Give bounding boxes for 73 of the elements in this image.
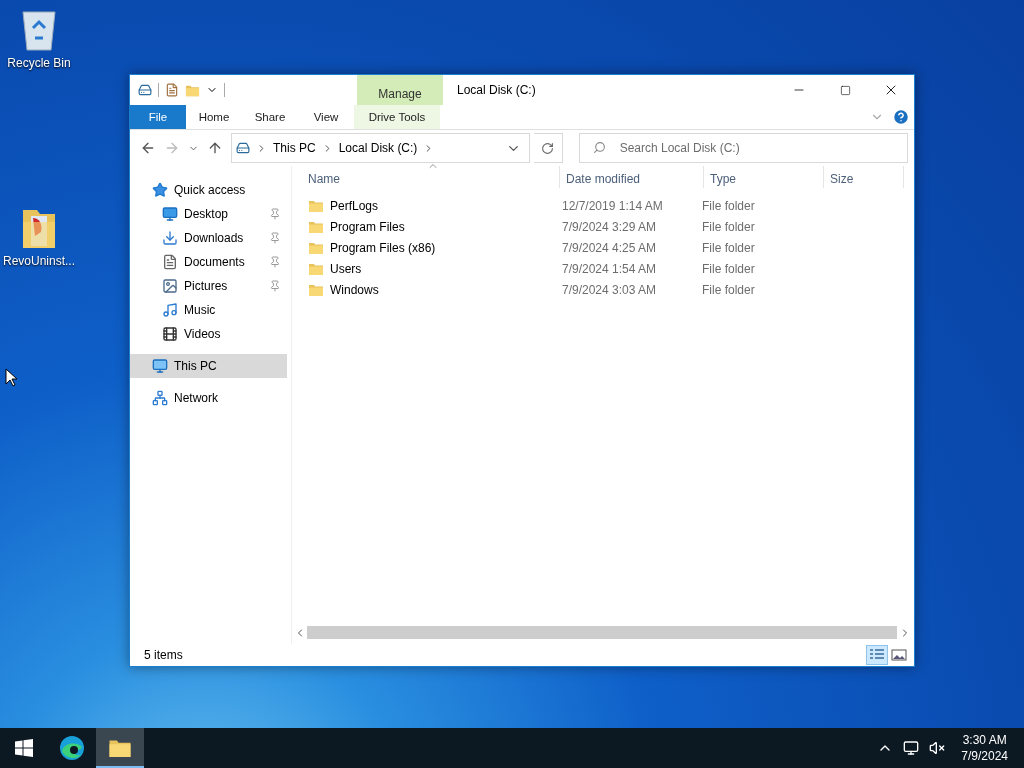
breadcrumb[interactable]: Local Disk (C:) [338,141,418,155]
drive-icon [236,141,250,155]
nav-item[interactable]: Documents [130,250,287,274]
taskbar-app-button[interactable] [96,728,144,768]
date-cell-text: 12/7/2019 1:14 AM [562,198,664,213]
type-cell-text: File folder [702,198,756,213]
breadcrumb[interactable]: This PC [273,141,316,155]
ribbon-tab[interactable]: File [130,105,186,129]
scrollbar-thumb[interactable] [307,626,897,639]
picture-icon [162,278,178,294]
address-bar[interactable]: This PC Local Disk (C:) [231,133,530,163]
file-name[interactable]: Program Files (x86) [308,239,562,256]
desktop-icon[interactable]: RevoUninst... [0,208,78,268]
ribbon-tab[interactable]: Home [186,105,242,129]
star-icon [152,182,168,198]
type-cell-text: File folder [702,240,756,255]
file-name[interactable]: PerfLogs [308,197,562,214]
type-cell-text: File folder [702,282,756,297]
maximize-icon [839,84,851,96]
clock[interactable]: 3:30 AM 7/9/2024 [961,733,1008,763]
recycle-bin-icon [19,8,59,52]
date-cell-text: 7/9/2024 1:54 AM [562,261,658,276]
computer-icon [152,358,168,374]
date-cell-text: 7/9/2024 4:25 AM [562,240,658,255]
file-name[interactable]: Users [308,260,562,277]
browser-icon [59,735,85,761]
type-cell-text: File folder [702,261,756,276]
nav-item[interactable]: Pictures [130,274,287,298]
column-header[interactable]: Size [824,166,904,188]
manage-tab-group: Manage [357,75,443,105]
date-cell-text: 7/9/2024 3:29 AM [562,219,658,234]
document-icon [162,254,178,270]
network-status-icon[interactable] [903,740,920,756]
network-icon [152,390,168,406]
refresh-button[interactable] [533,133,563,163]
ribbon-tab[interactable]: View [298,105,354,129]
search-icon [592,141,606,154]
forward-arrow-icon [164,140,180,156]
search-field[interactable]: Search Local Disk (C:) [578,133,908,163]
nav-item[interactable]: Network [130,386,287,410]
properties-icon[interactable] [165,83,179,97]
file-name[interactable]: Program Files [308,218,562,235]
column-header[interactable]: Date modified [560,166,704,188]
muted-speaker-icon[interactable] [929,740,946,756]
column-header[interactable]: Name [302,166,560,188]
nav-item[interactable]: Music [130,298,287,322]
nav-item[interactable]: Videos [130,322,287,346]
column-header[interactable]: Type [704,166,824,188]
help-icon[interactable] [892,108,910,126]
nav-item[interactable]: Quick access [130,178,287,202]
file-name[interactable]: Windows [308,281,562,298]
date-cell-text: 7/9/2024 3:03 AM [562,282,658,297]
cursor-icon [5,368,17,387]
windows-logo-icon [15,739,33,757]
desktop-icon [162,206,178,222]
details-view-icon [869,648,885,662]
nav-item[interactable]: Desktop [130,202,287,226]
large-icons-view-icon [891,648,907,662]
drive-icon[interactable] [138,83,152,97]
download-icon [162,230,178,246]
refresh-icon [541,141,555,155]
ribbon-tab[interactable]: Share [242,105,298,129]
music-note-icon [162,302,178,318]
desktop-icon[interactable]: Recycle Bin [0,8,78,70]
details-view-button[interactable] [866,645,888,665]
nav-item[interactable]: Downloads [130,226,287,250]
ribbon-tab[interactable]: Drive Tools [354,105,440,129]
window-title: Local Disk (C:) [456,82,537,99]
film-icon [162,326,178,342]
folder-icon [21,208,57,250]
type-cell-text: File folder [702,219,756,234]
nav-item[interactable]: This PC [130,354,287,378]
status-text: 5 items [144,648,184,662]
